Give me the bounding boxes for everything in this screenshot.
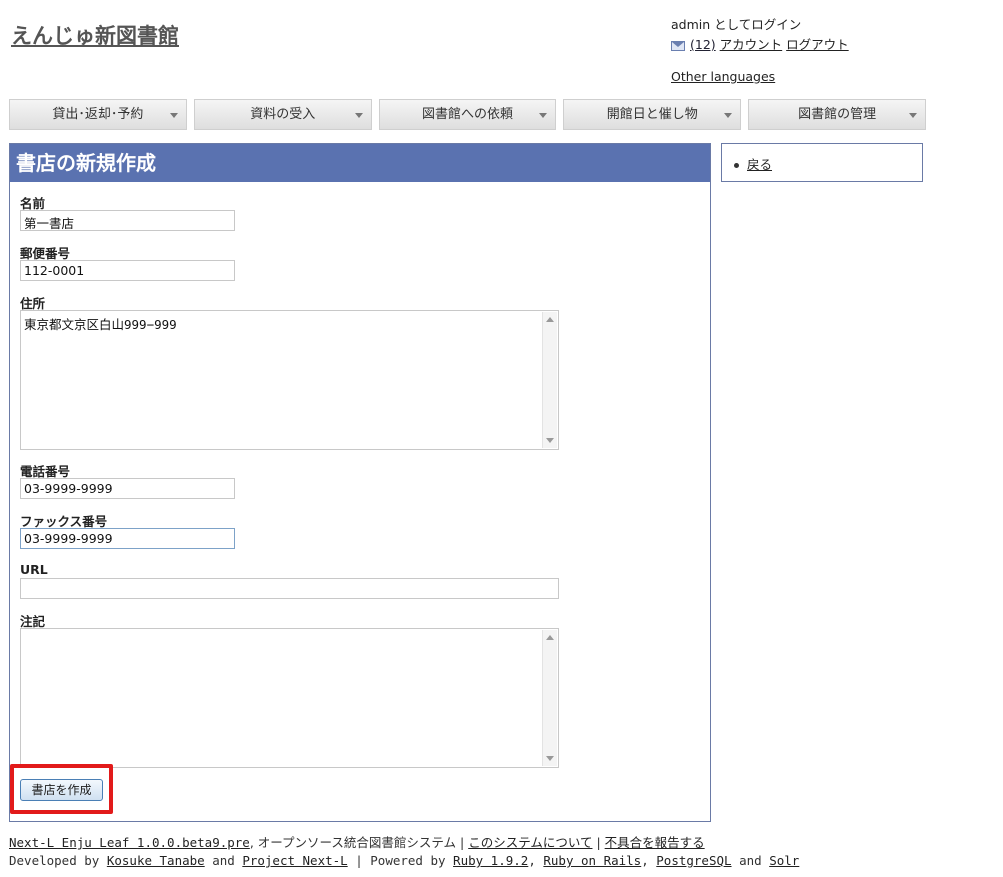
note-textarea[interactable] [20, 628, 559, 768]
main-menu: 貸出･返却･予約 資料の受入 図書館への依頼 開館日と催し物 図書館の管理 [9, 99, 926, 130]
postgresql-link[interactable]: PostgreSQL [656, 853, 731, 868]
other-languages-link[interactable]: Other languages [671, 69, 775, 84]
tel-field[interactable]: 03-9999-9999 [20, 478, 235, 499]
menu-admin[interactable]: 図書館の管理 [748, 99, 926, 130]
footer-line-2: Developed by Kosuke Tanabe and Project N… [9, 852, 799, 870]
developed-by-text: Developed by [9, 853, 107, 868]
menu-label: 資料の受入 [250, 107, 316, 122]
scroll-down-icon[interactable] [546, 438, 554, 443]
bullet-icon [734, 163, 739, 168]
url-label: URL [20, 562, 48, 577]
sidebar: 戻る [721, 143, 923, 182]
menu-label: 貸出･返却･予約 [52, 107, 144, 122]
about-link[interactable]: このシステムについて [468, 835, 592, 850]
comma-text: , [641, 853, 657, 868]
url-field[interactable] [20, 578, 559, 599]
scroll-up-icon[interactable] [546, 635, 554, 640]
scroll-down-icon[interactable] [546, 756, 554, 761]
separator: | [456, 835, 469, 850]
menu-requests[interactable]: 図書館への依頼 [378, 99, 557, 130]
menu-label: 開館日と催し物 [606, 107, 698, 122]
name-field[interactable]: 第一書店 [20, 210, 235, 231]
chevron-down-icon [169, 113, 178, 118]
chevron-down-icon [539, 113, 548, 118]
account-link[interactable]: アカウント [720, 37, 783, 52]
bookstore-form-panel: 書店の新規作成 名前 第一書店 郵便番号 112-0001 住所 東京都文京区白… [9, 143, 711, 822]
footer-line-1: Next-L Enju Leaf 1.0.0.beta9.pre, オープンソー… [9, 834, 799, 852]
scrollbar[interactable] [542, 312, 557, 448]
comma-text: , [528, 853, 544, 868]
product-link[interactable]: Next-L Enju Leaf 1.0.0.beta9.pre [9, 835, 250, 850]
footer: Next-L Enju Leaf 1.0.0.beta9.pre, オープンソー… [9, 834, 799, 870]
rails-link[interactable]: Ruby on Rails [543, 853, 641, 868]
site-title-link[interactable]: えんじゅ新図書館 [11, 20, 179, 50]
product-suffix: , オープンソース統合図書館システム [249, 835, 457, 850]
and-text: and [204, 853, 243, 868]
powered-by-text: | Powered by [347, 853, 454, 868]
address-textarea[interactable]: 東京都文京区白山999−999 [20, 310, 559, 450]
chevron-down-icon [354, 113, 363, 118]
back-link[interactable]: 戻る [747, 157, 772, 172]
report-bug-link[interactable]: 不具合を報告する [605, 835, 705, 850]
author-link[interactable]: Kosuke Tanabe [107, 853, 205, 868]
user-links: (12) アカウント ログアウト [671, 35, 849, 55]
solr-link[interactable]: Solr [769, 853, 799, 868]
sidebar-item-back: 戻る [734, 154, 772, 173]
zip-field[interactable]: 112-0001 [20, 260, 235, 281]
messages-link[interactable]: (12) [690, 37, 716, 52]
login-status: admin としてログイン [671, 17, 802, 32]
create-bookstore-button[interactable]: 書店を作成 [20, 779, 103, 801]
project-link[interactable]: Project Next-L [242, 853, 347, 868]
chevron-down-icon [724, 113, 733, 118]
chevron-down-icon [908, 113, 917, 118]
address-value: 東京都文京区白山999−999 [24, 317, 177, 332]
ruby-link[interactable]: Ruby 1.9.2 [453, 853, 528, 868]
menu-circulation[interactable]: 貸出･返却･予約 [9, 99, 187, 130]
user-box: admin としてログイン (12) アカウント ログアウト [671, 15, 849, 55]
and-text: and [731, 853, 770, 868]
scrollbar[interactable] [542, 630, 557, 766]
menu-acquisition[interactable]: 資料の受入 [193, 99, 372, 130]
menu-events[interactable]: 開館日と催し物 [563, 99, 742, 130]
menu-label: 図書館の管理 [798, 107, 877, 122]
menu-label: 図書館への依頼 [421, 107, 513, 122]
page-title: 書店の新規作成 [10, 144, 710, 182]
mail-icon[interactable] [671, 40, 685, 51]
fax-field[interactable]: 03-9999-9999 [20, 528, 235, 549]
logout-link[interactable]: ログアウト [786, 37, 849, 52]
separator: | [592, 835, 605, 850]
scroll-up-icon[interactable] [546, 317, 554, 322]
